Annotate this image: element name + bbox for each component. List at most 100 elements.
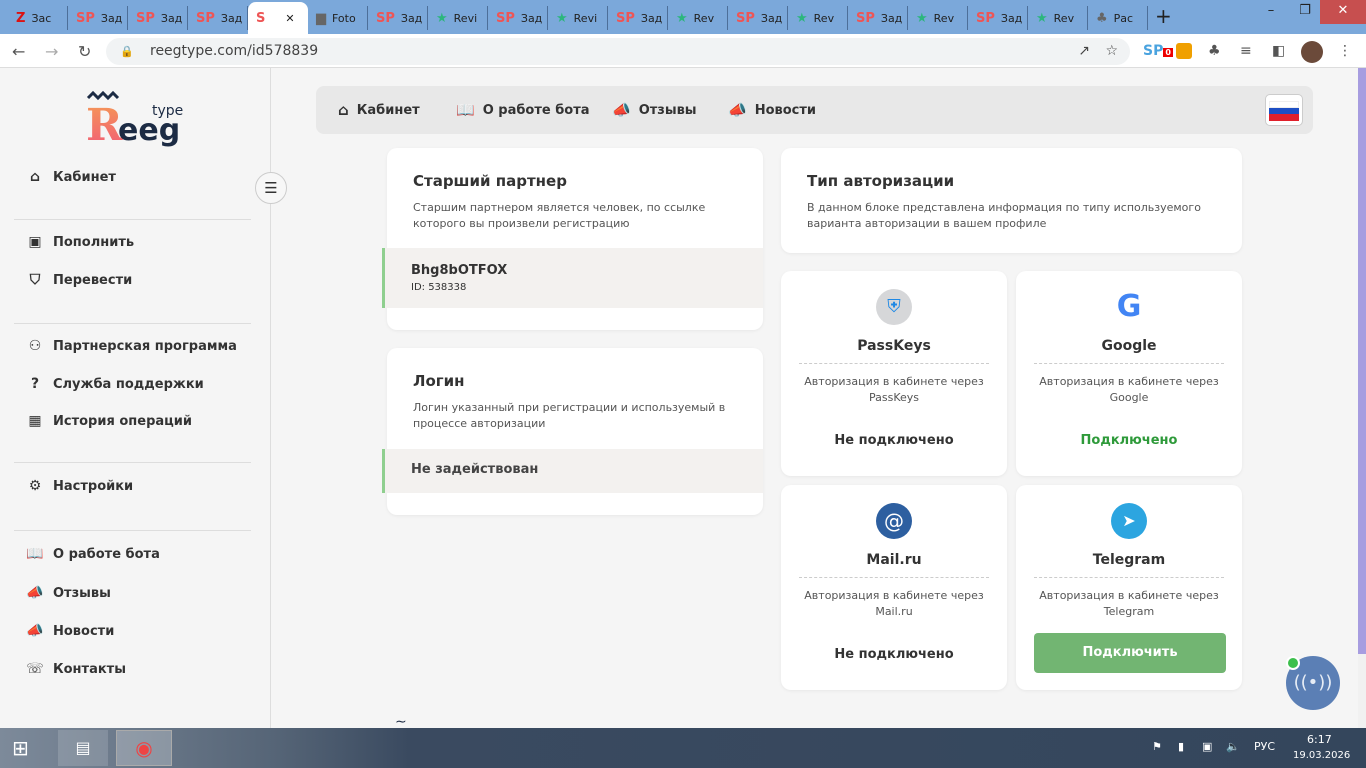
close-window-button[interactable]: ✕	[1320, 0, 1366, 24]
topnav-about-bot[interactable]: 📖 О работе бота	[456, 101, 590, 119]
browser-tab[interactable]: ▆ Foto	[308, 6, 368, 30]
sidebar-item-label: Новости	[53, 623, 115, 639]
divider	[14, 462, 251, 463]
topnav-news[interactable]: 📣 Новости	[728, 101, 816, 119]
megaphone-icon: 📣	[612, 101, 631, 119]
divider	[14, 219, 251, 220]
tab-title: Зад	[640, 11, 663, 25]
browser-tab[interactable]: ★ Rev	[908, 6, 968, 30]
auth-method-name: Telegram	[1092, 552, 1166, 568]
forward-icon[interactable]: →	[45, 42, 58, 61]
topnav-cabinet[interactable]: ⌂ Кабинет	[338, 101, 420, 119]
browser-tab[interactable]: S ✕	[248, 2, 308, 34]
auth-google-card: G Google Авторизация в кабинете через Go…	[1016, 271, 1242, 476]
side-panel-icon[interactable]: ◧	[1272, 43, 1285, 59]
new-tab-button[interactable]: +	[1155, 4, 1172, 28]
browser-tab[interactable]: SP Зад	[68, 6, 128, 30]
windows-start-icon[interactable]: ⊞	[12, 736, 29, 760]
browser-tab[interactable]: SP Зад	[608, 6, 668, 30]
telegram-icon: ➤	[1111, 503, 1147, 539]
battery-tray-icon[interactable]: ▮	[1178, 740, 1184, 753]
sidebar-toggle-button[interactable]: ☰	[255, 172, 287, 204]
address-bar-row: ← → ↻ 🔒 reegtype.com/id578839 ↗ ☆ SP 0 ♣ ≡…	[0, 34, 1366, 68]
browser-tab[interactable]: ♣ Рас	[1088, 6, 1148, 30]
gear-icon: ⚙	[28, 478, 42, 494]
sidebar-item[interactable]: 📣 Отзывы	[25, 585, 111, 601]
sidebar-item[interactable]: 📖 О работе бота	[25, 546, 160, 562]
sidebar-item[interactable]: ☏ Контакты	[25, 661, 126, 677]
profile-avatar[interactable]	[1301, 41, 1323, 63]
top-navigation: ⌂ Кабинет 📖 О работе бота 📣 Отзывы 📣 Новости	[316, 86, 1313, 134]
sidebar-item[interactable]: ▦ История операций	[25, 413, 192, 429]
tab-favicon-icon: ★	[1036, 10, 1048, 26]
bookmark-star-icon[interactable]: ☆	[1105, 38, 1118, 65]
browser-tab[interactable]: ★ Rev	[788, 6, 848, 30]
home-icon: ⌂	[29, 169, 41, 185]
input-language[interactable]: РУС	[1254, 740, 1275, 753]
network-tray-icon[interactable]: ▣	[1202, 740, 1212, 753]
close-tab-icon[interactable]: ✕	[285, 12, 294, 25]
telegram-connect-button[interactable]: Подключить	[1034, 633, 1226, 673]
auth-method-desc: Авторизация в кабинете через Mail.ru	[804, 589, 984, 618]
flag-tray-icon[interactable]: ⚑	[1152, 740, 1162, 753]
browser-menu-icon[interactable]: ⋮	[1338, 43, 1352, 59]
google-icon: G	[1116, 289, 1142, 324]
sidebar-item[interactable]: ⚇ Партнерская программа	[25, 338, 237, 354]
sp-extension-icon[interactable]: SP 0	[1143, 43, 1173, 59]
sidebar-item[interactable]: ⚙ Настройки	[25, 478, 133, 494]
share-icon[interactable]: ↗	[1078, 38, 1090, 65]
shield-extension-icon[interactable]	[1176, 43, 1192, 59]
megaphone-icon: 📣	[728, 101, 747, 119]
sidebar-item[interactable]: ⌂ Кабинет	[25, 169, 116, 185]
back-icon[interactable]: ←	[12, 42, 25, 61]
topnav-reviews[interactable]: 📣 Отзывы	[612, 101, 697, 119]
media-queue-icon[interactable]: ≡	[1240, 43, 1252, 59]
browser-tab[interactable]: SP Зад	[848, 6, 908, 30]
topnav-label: О работе бота	[482, 102, 590, 118]
sidebar-item[interactable]: 📣 Новости	[25, 623, 114, 639]
volume-tray-icon[interactable]: 🔈	[1226, 740, 1240, 753]
browser-tab[interactable]: ★ Revi	[428, 6, 488, 30]
page: R eeg type ⌂ Кабинет ▣ Пополнить ⛉ Перевести ⚇…	[0, 68, 1358, 728]
tab-title: Зад	[880, 11, 903, 25]
browser-tab[interactable]: SP Зад	[728, 6, 788, 30]
sidebar-item-label: Отзывы	[53, 585, 111, 601]
auth-mailru-card: @ Mail.ru Авторизация в кабинете через M…	[781, 485, 1007, 690]
svg-text:type: type	[152, 103, 183, 119]
tab-favicon-icon: ▆	[316, 10, 326, 26]
language-flag-ru[interactable]	[1265, 94, 1303, 126]
browser-tab[interactable]: SP Зад	[188, 6, 248, 30]
extensions-puzzle-icon[interactable]: ♣	[1208, 43, 1221, 59]
taskbar-chrome-icon[interactable]: ◉	[116, 730, 172, 766]
auth-passkeys-card: ⛨ PassKeys Авторизация в кабинете через …	[781, 271, 1007, 476]
sidebar-item[interactable]: ▣ Пополнить	[25, 234, 134, 250]
tab-title: Rev	[1053, 11, 1075, 25]
book-icon: 📖	[26, 546, 44, 562]
browser-tab[interactable]: SP Зад	[128, 6, 188, 30]
reload-icon[interactable]: ↻	[78, 42, 91, 61]
browser-tab[interactable]: Z Зас	[8, 6, 68, 30]
tab-title: Foto	[332, 11, 356, 25]
browser-tab[interactable]: SP Зад	[368, 6, 428, 30]
page-scrollbar[interactable]	[1358, 68, 1366, 728]
sidebar-item[interactable]: ⛉ Перевести	[25, 272, 132, 288]
senior-partner-card: Старший партнер Старшим партнером являет…	[382, 148, 763, 330]
browser-tab[interactable]: ★ Revi	[548, 6, 608, 30]
browser-tab[interactable]: SP Зад	[488, 6, 548, 30]
url-input[interactable]: 🔒 reegtype.com/id578839 ↗ ☆	[106, 38, 1130, 65]
tab-favicon-icon: SP	[376, 10, 395, 26]
divider	[14, 530, 251, 531]
lock-icon: 🔒	[120, 45, 134, 58]
extension-badge: 0	[1163, 48, 1173, 57]
tab-favicon-icon: ★	[436, 10, 448, 26]
passkeys-shield-icon: ⛨	[876, 289, 912, 325]
taskbar-control-panel-icon[interactable]: ▤	[58, 730, 108, 766]
browser-tab[interactable]: SP Зад	[968, 6, 1028, 30]
sidebar-item[interactable]: ? Служба поддержки	[25, 376, 204, 392]
browser-tab[interactable]: ★ Rev	[668, 6, 728, 30]
help-icon: ?	[30, 376, 40, 392]
online-indicator	[1286, 656, 1300, 670]
browser-tab[interactable]: ★ Rev	[1028, 6, 1088, 30]
live-support-button[interactable]: ((•))	[1286, 656, 1340, 710]
wallet-icon: ▣	[28, 234, 42, 250]
